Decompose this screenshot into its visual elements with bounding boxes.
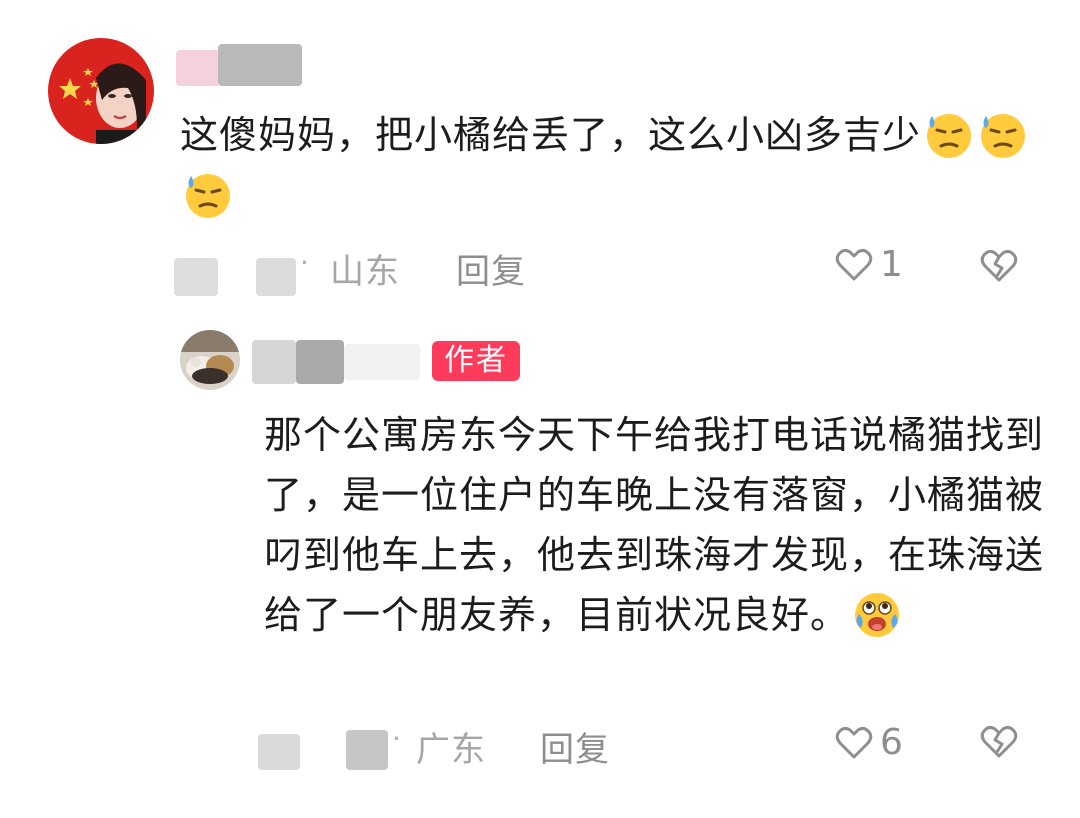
like-button[interactable]: 1 xyxy=(834,244,903,285)
reply-button[interactable]: 回复 xyxy=(540,722,610,771)
like-button[interactable]: 6 xyxy=(834,722,903,763)
sweat-emoji-icon xyxy=(923,108,975,160)
timestamp-blurred xyxy=(256,258,296,296)
timestamp-blurred xyxy=(174,258,218,296)
username-blurred[interactable] xyxy=(176,50,220,86)
username-blurred[interactable] xyxy=(252,340,296,384)
reply-body: 那个公寓房东今天下午给我打电话说橘猫找到了，是一位住户的车晚上没有落窗，小橘猫被… xyxy=(264,413,1045,637)
avatar-flag-icon xyxy=(48,38,154,144)
like-count: 1 xyxy=(880,244,903,285)
location-label: 山东 xyxy=(330,252,400,292)
author-badge: 作者 xyxy=(432,341,520,381)
username-blurred xyxy=(296,340,344,384)
meta-separator: · xyxy=(392,722,401,755)
username-blurred xyxy=(344,344,420,380)
dislike-heart-icon[interactable] xyxy=(978,722,1020,762)
reply-text: 那个公寓房东今天下午给我打电话说橘猫找到了，是一位住户的车晚上没有落窗，小橘猫被… xyxy=(264,405,1044,645)
dislike-heart-icon[interactable] xyxy=(978,246,1020,286)
username-blurred xyxy=(218,44,302,86)
avatar-cat-icon xyxy=(180,330,240,390)
comment-body: 这傻妈妈，把小橘给丢了，这么小凶多吉少 xyxy=(180,113,922,157)
happy-tears-emoji-icon xyxy=(851,588,903,640)
like-count: 6 xyxy=(880,722,903,763)
heart-icon xyxy=(834,245,874,285)
heart-icon xyxy=(834,723,874,763)
location-label: 广东 xyxy=(416,730,486,770)
avatar[interactable] xyxy=(180,330,240,390)
sweat-emoji-icon xyxy=(182,168,234,220)
reply-button[interactable]: 回复 xyxy=(456,244,526,293)
timestamp-blurred xyxy=(346,730,388,770)
comment-text: 这傻妈妈，把小橘给丢了，这么小凶多吉少 xyxy=(180,105,1040,225)
timestamp-blurred xyxy=(258,734,300,770)
meta-separator: · xyxy=(300,246,309,279)
avatar[interactable] xyxy=(48,38,154,144)
sweat-emoji-icon xyxy=(977,108,1029,160)
